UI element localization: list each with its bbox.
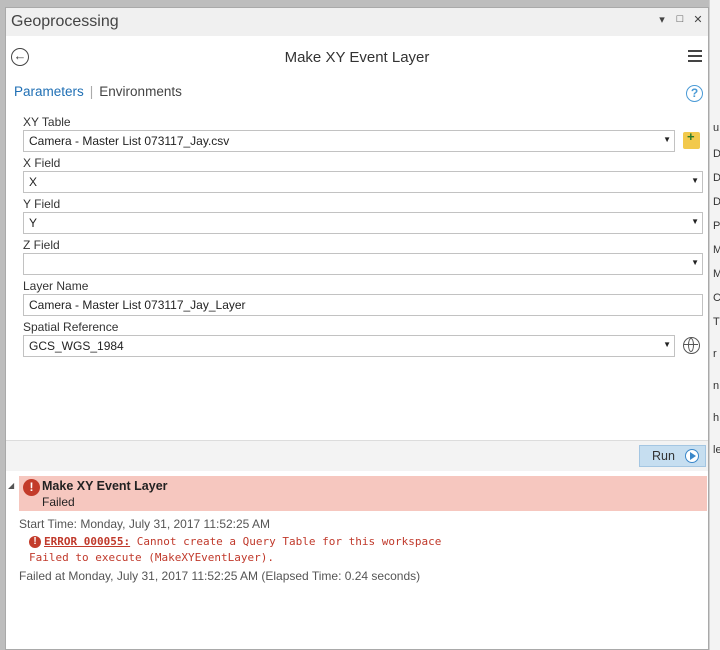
bg-text: P <box>713 220 720 232</box>
tab-bar: Parameters | Environments <box>14 84 182 99</box>
bg-text: C <box>713 292 720 304</box>
x-field-label: X Field <box>23 156 61 170</box>
xy-table-dropdown[interactable]: Camera - Master List 073117_Jay.csv ▼ <box>23 130 675 152</box>
chevron-down-icon: ▼ <box>663 340 671 349</box>
run-button[interactable]: Run <box>639 445 706 467</box>
z-field-dropdown[interactable]: ▼ <box>23 253 703 275</box>
x-field-dropdown[interactable]: X ▼ <box>23 171 703 193</box>
chevron-down-icon: ▼ <box>691 217 699 226</box>
tool-header: ← Make XY Event Layer <box>6 36 708 80</box>
z-field-label: Z Field <box>23 238 60 252</box>
error-message-text: Cannot create a Query Table for this wor… <box>130 535 442 548</box>
y-field-dropdown[interactable]: Y ▼ <box>23 212 703 234</box>
failed-at-text: Failed at Monday, July 31, 2017 11:52:25… <box>19 569 421 583</box>
globe-icon[interactable] <box>683 337 700 354</box>
geoprocessing-pane: Geoprocessing ▾ □ ✕ ← Make XY Event Laye… <box>5 7 709 650</box>
close-icon[interactable]: ✕ <box>692 13 704 26</box>
banner-title: Make XY Event Layer <box>42 479 168 493</box>
pin-icon[interactable]: ▾ <box>656 13 668 26</box>
chevron-down-icon: ▼ <box>663 135 671 144</box>
spatial-reference-label: Spatial Reference <box>23 320 119 334</box>
collapse-triangle-icon[interactable]: ◢ <box>8 481 14 490</box>
background-panel-strip: u D D D P M M C T r n h le <box>709 0 720 650</box>
xy-table-value: Camera - Master List 073117_Jay.csv <box>29 134 230 148</box>
run-button-label: Run <box>652 449 675 463</box>
spatial-reference-dropdown[interactable]: GCS_WGS_1984 ▼ <box>23 335 675 357</box>
layer-name-label: Layer Name <box>23 279 89 293</box>
bg-text: u <box>713 122 720 134</box>
error-banner: ! Make XY Event Layer Failed <box>19 476 707 511</box>
bg-text: r <box>713 348 717 360</box>
run-bar <box>6 440 708 471</box>
error-message-line: ! ERROR 000055: Cannot create a Query Tab… <box>29 535 441 548</box>
tab-environments[interactable]: Environments <box>99 84 182 99</box>
spatial-reference-value: GCS_WGS_1984 <box>29 339 124 353</box>
help-icon[interactable]: ? <box>686 85 703 102</box>
menu-icon[interactable] <box>688 50 702 65</box>
layer-name-input[interactable]: Camera - Master List 073117_Jay_Layer <box>23 294 703 316</box>
error-detail-line: Failed to execute (MakeXYEventLayer). <box>29 551 275 564</box>
error-icon: ! <box>23 479 40 496</box>
start-time-text: Start Time: Monday, July 31, 2017 11:52:… <box>19 517 271 531</box>
bg-text: M <box>713 268 720 280</box>
x-field-value: X <box>29 175 38 189</box>
pane-title: Geoprocessing <box>11 13 119 30</box>
browse-folder-icon[interactable] <box>683 129 700 149</box>
y-field-value: Y <box>29 216 38 230</box>
error-small-icon: ! <box>29 536 41 548</box>
bg-text: n <box>713 380 720 392</box>
play-icon <box>685 449 699 463</box>
chevron-down-icon: ▼ <box>691 258 699 267</box>
layer-name-value: Camera - Master List 073117_Jay_Layer <box>29 298 246 312</box>
bg-text: M <box>713 244 720 256</box>
tool-title: Make XY Event Layer <box>284 49 430 66</box>
y-field-label: Y Field <box>23 197 61 211</box>
error-code-link[interactable]: ERROR 000055: <box>44 535 130 548</box>
bg-text: T <box>713 316 720 328</box>
pane-title-bar[interactable]: Geoprocessing ▾ □ ✕ <box>6 8 708 36</box>
xy-table-label: XY Table <box>23 115 71 129</box>
banner-status: Failed <box>42 495 75 509</box>
bg-text: le <box>713 444 720 456</box>
bg-text: h <box>713 412 720 424</box>
window-controls: ▾ □ ✕ <box>656 13 704 26</box>
bg-text: D <box>713 196 720 208</box>
restore-icon[interactable]: □ <box>674 13 686 26</box>
bg-text: D <box>713 172 720 184</box>
bg-text: D <box>713 148 720 160</box>
chevron-down-icon: ▼ <box>691 176 699 185</box>
tab-parameters[interactable]: Parameters <box>14 84 84 99</box>
tab-separator: | <box>89 84 94 99</box>
